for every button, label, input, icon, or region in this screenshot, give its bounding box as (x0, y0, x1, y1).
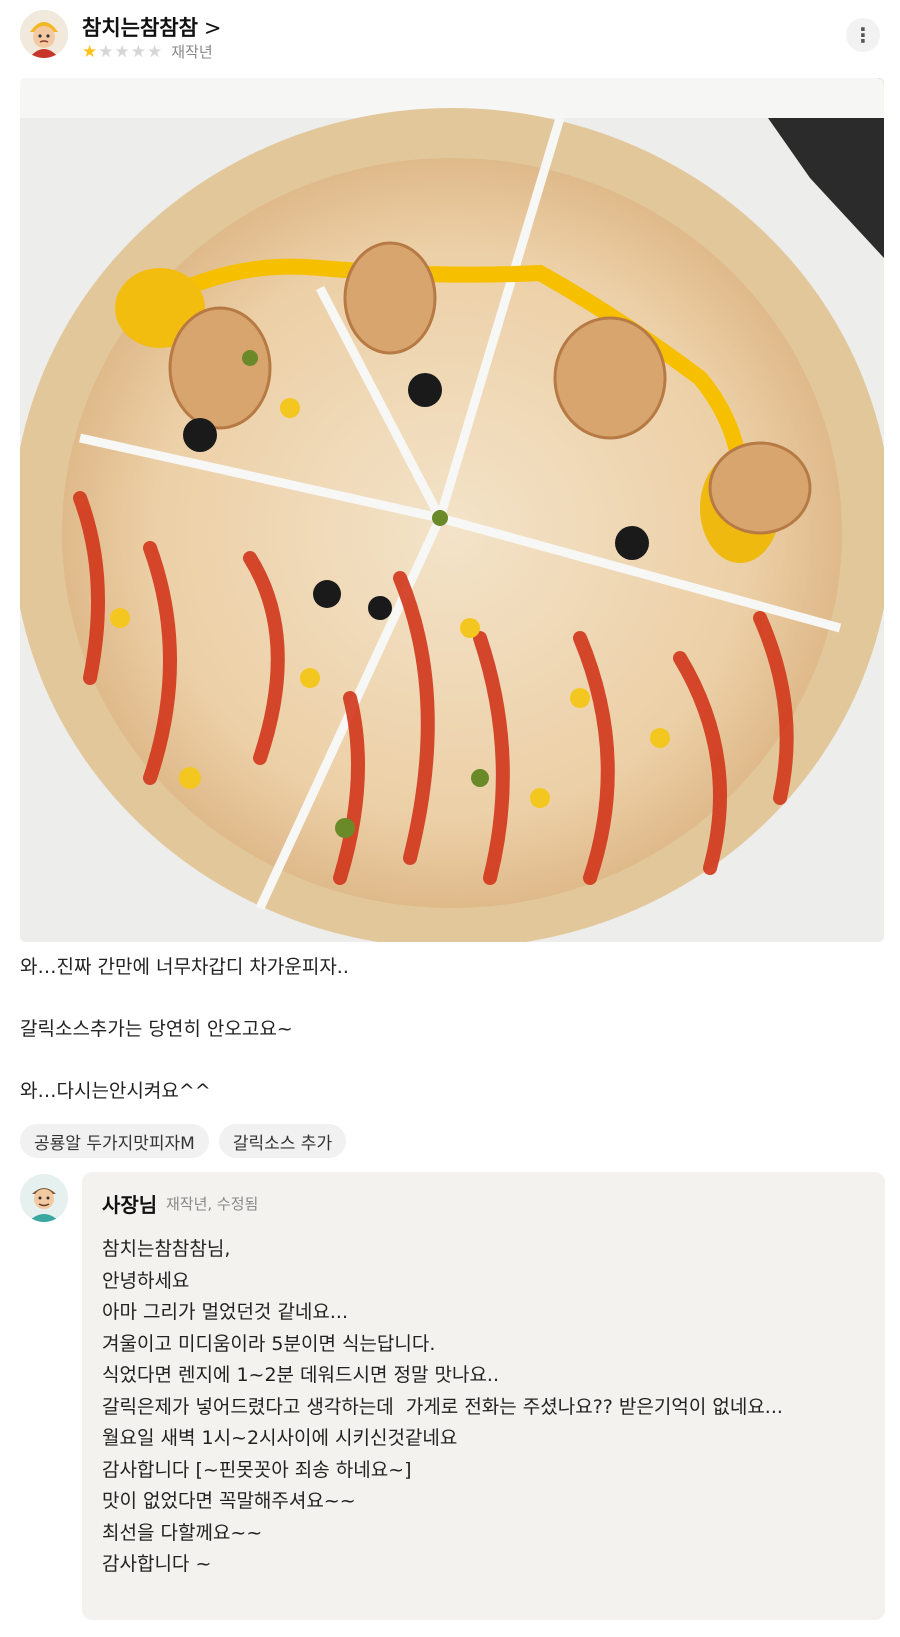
menu-tag[interactable]: 공룡알 두가지맛피자M (20, 1124, 209, 1158)
star-rating: ★★★★★ (82, 42, 163, 61)
pizza-image (20, 78, 884, 942)
owner-avatar (20, 1174, 68, 1222)
star-empty-icon: ★ (98, 41, 114, 62)
star-empty-icon: ★ (130, 41, 146, 62)
star-empty-icon: ★ (147, 41, 163, 62)
more-options-button[interactable]: ⋮ (846, 18, 880, 52)
menu-tags: 공룡알 두가지맛피자M 갈릭소스 추가 (20, 1124, 347, 1158)
reply-line: 최선을 다할께요~~ (102, 1521, 263, 1544)
rating-row: ★★★★★ 재작년 (82, 41, 213, 61)
review-line: 와…진짜 간만에 너무차갑디 차가운피자.. (20, 956, 349, 978)
owner-name: 사장님 (102, 1193, 158, 1217)
owner-reply-box: 사장님 재작년, 수정됨 참치는참참참님, 안녕하세요 아마 그리가 멀었던것 … (82, 1172, 885, 1620)
reviewer-avatar[interactable] (20, 10, 68, 58)
chevron-right-icon[interactable]: > (204, 16, 222, 40)
reply-line: 참치는참참참님, (102, 1238, 231, 1260)
reply-line: 갈릭은제가 넣어드렸다고 생각하는데 가게로 전화는 주셨나요?? 받은기억이 … (102, 1395, 783, 1418)
review-header: 참치는참참참 > ★★★★★ 재작년 ⋮ (20, 8, 880, 64)
reply-line: 감사합니다 ~ (102, 1553, 212, 1575)
reply-meta: 재작년, 수정됨 (166, 1195, 259, 1213)
reply-body: 참치는참참참님, 안녕하세요 아마 그리가 멀었던것 같네요... 겨울이고 미… (102, 1234, 783, 1581)
reply-line: 식었다면 렌지에 1~2분 데워드시면 정말 맛나요.. (102, 1364, 500, 1386)
menu-tag[interactable]: 갈릭소스 추가 (218, 1124, 347, 1158)
review-photo[interactable] (20, 78, 884, 942)
reply-line: 맛이 없었다면 꼭말해주셔요~~ (102, 1490, 356, 1512)
star-empty-icon: ★ (114, 41, 130, 62)
reply-line: 안녕하세요 (102, 1269, 190, 1292)
review-date: 재작년 (171, 42, 213, 61)
review-line: 와…다시는안시켜요^^ (20, 1080, 211, 1102)
reviewer-name-text[interactable]: 참치는참참참 (82, 16, 198, 40)
reply-line: 월요일 새벽 1시~2시사이에 시키신것같네요 (102, 1427, 458, 1449)
reviewer-name[interactable]: 참치는참참참 > (82, 12, 222, 42)
reply-line: 겨울이고 미디움이라 5분이면 식는답니다. (102, 1332, 436, 1355)
star-filled-icon: ★ (82, 41, 98, 62)
reply-line: 감사합니다 [~핀못꼿아 죄송 하네요~] (102, 1458, 412, 1481)
review-line: 갈릭소스추가는 당연히 안오고요~ (20, 1018, 293, 1040)
reply-line: 아마 그리가 멀었던것 같네요... (102, 1301, 348, 1323)
